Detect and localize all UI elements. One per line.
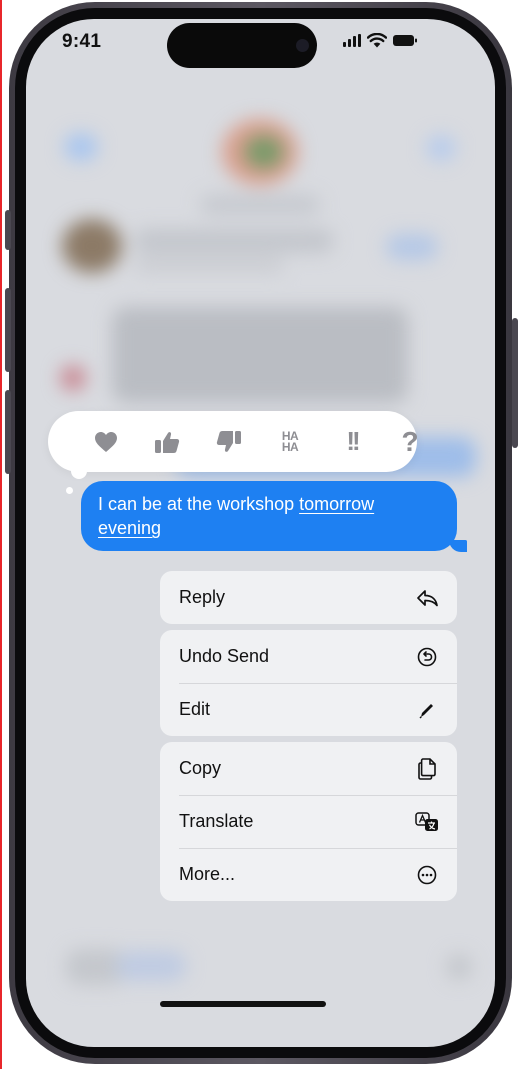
translate-icon (415, 810, 439, 834)
menu-item-label: Copy (179, 758, 222, 778)
menu-group-edit: Undo Send Edit (160, 630, 457, 736)
page-edge-marker (0, 0, 2, 1069)
menu-item-copy[interactable]: Copy (160, 742, 457, 795)
tapback-tail-large (71, 463, 87, 479)
menu-group-reply: Reply (160, 571, 457, 624)
menu-item-label: Undo Send (179, 646, 270, 666)
menu-item-label: Translate (179, 811, 254, 831)
menu-item-label: More... (179, 864, 236, 884)
exclamation-label: !! (346, 426, 360, 456)
pencil-icon (415, 698, 439, 722)
battery-icon (393, 34, 417, 47)
more-icon (415, 863, 439, 887)
context-menu: Reply Undo Send Edit Copy Translate More… (160, 571, 457, 907)
question-label: ? (401, 425, 419, 457)
heart-icon[interactable] (86, 411, 126, 472)
dynamic-island (167, 23, 317, 68)
menu-item-reply[interactable]: Reply (160, 571, 457, 624)
tapback-bar: HA HA !! ? (48, 411, 419, 472)
menu-item-label: Reply (179, 587, 226, 607)
volume-down-button (5, 390, 11, 474)
date-link-tomorrow[interactable]: tomorrow (299, 494, 374, 514)
menu-group-more: Copy Translate More... (160, 742, 457, 901)
message-bubble[interactable]: I can be at the workshop tomorrow evenin… (81, 481, 457, 551)
copy-icon (415, 757, 439, 781)
exclamation-icon[interactable]: !! (332, 411, 372, 472)
status-time: 9:41 (62, 31, 102, 52)
reply-icon (415, 586, 439, 610)
haha-icon[interactable]: HA HA (270, 411, 310, 472)
status-icons (343, 33, 417, 48)
action-button (5, 210, 11, 250)
cellular-signal-icon (343, 34, 361, 47)
menu-item-edit[interactable]: Edit (160, 683, 457, 736)
thumbs-up-icon[interactable] (147, 411, 187, 472)
message-text: I can be at the workshop (98, 494, 300, 514)
side-button (512, 318, 518, 448)
date-link-evening[interactable]: evening (98, 518, 161, 538)
menu-item-more[interactable]: More... (160, 848, 457, 901)
question-icon[interactable]: ? (390, 411, 430, 472)
haha-bottom-label: HA (281, 439, 299, 454)
volume-up-button (5, 288, 11, 372)
menu-item-translate[interactable]: Translate (160, 795, 457, 848)
tapback-tail-small (66, 487, 73, 494)
wifi-icon (367, 33, 387, 48)
thumbs-down-icon[interactable] (209, 411, 249, 472)
menu-item-undo-send[interactable]: Undo Send (160, 630, 457, 683)
undo-send-icon (415, 645, 439, 669)
camera-dot (296, 39, 309, 52)
home-indicator (160, 1001, 326, 1007)
menu-item-label: Edit (179, 699, 211, 719)
